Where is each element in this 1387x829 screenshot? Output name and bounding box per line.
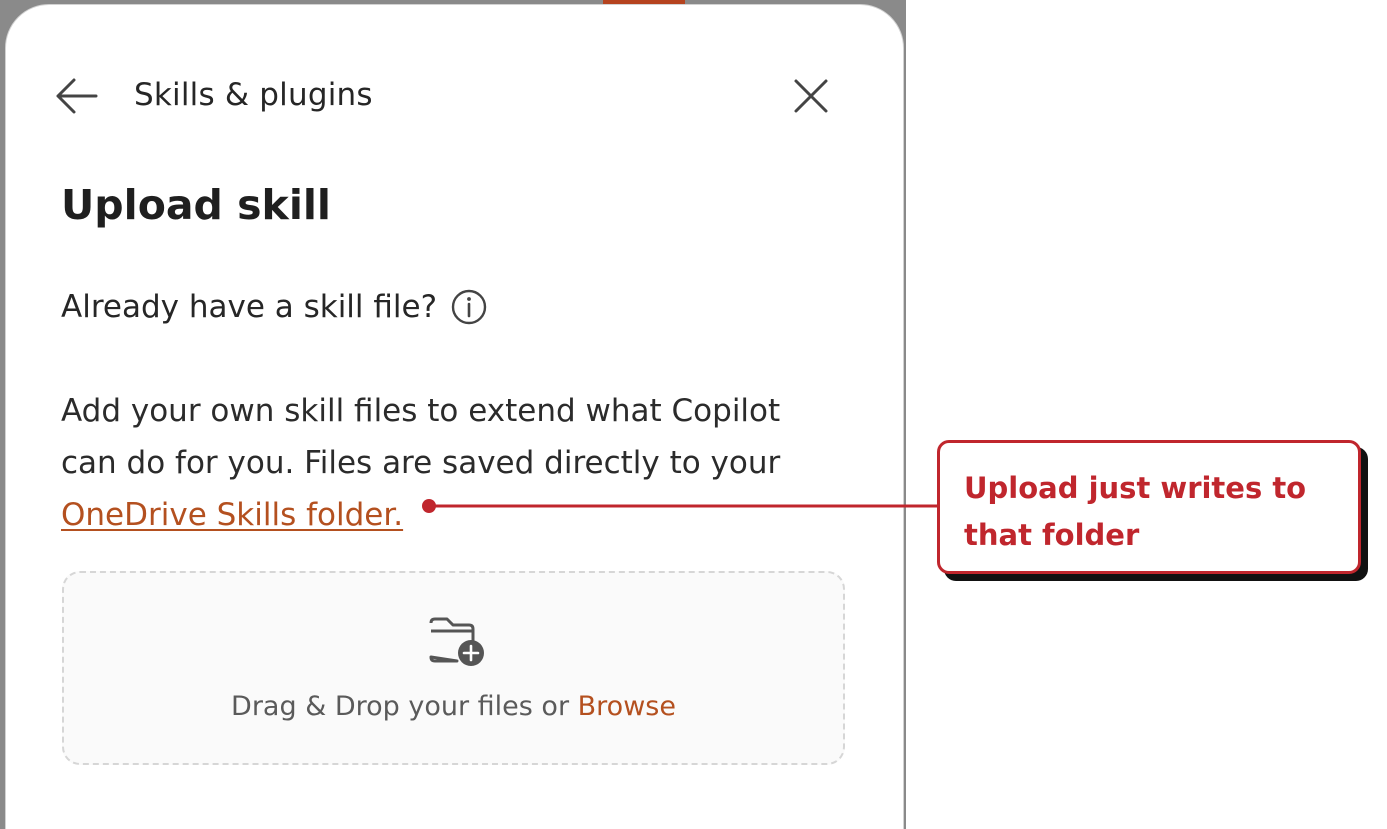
drop-instructions: Drag & Drop your files or (231, 691, 570, 722)
folder-add-icon (429, 617, 484, 666)
subheading-text: Already have a skill file? (61, 289, 438, 325)
description: Add your own skill files to extend what … (61, 385, 841, 541)
description-text: Add your own skill files to extend what … (61, 393, 781, 481)
annotation-callout: Upload just writes to that folder (937, 440, 1361, 574)
onedrive-skills-folder-link[interactable]: OneDrive Skills folder. (61, 497, 403, 533)
file-drop-zone[interactable]: Drag & Drop your files or Browse (62, 571, 845, 765)
page-title: Upload skill (61, 181, 331, 229)
subheading: Already have a skill file? (61, 285, 487, 329)
panel-header-title: Skills & plugins (134, 77, 373, 113)
arrow-left-icon (56, 78, 98, 114)
info-icon[interactable] (451, 289, 487, 325)
close-icon (794, 79, 828, 113)
screenshot-stage: Skills & plugins Upload skill Already ha… (0, 0, 1387, 829)
drop-zone-text: Drag & Drop your files or Browse (64, 687, 843, 727)
back-button[interactable] (48, 71, 104, 121)
annotation-text: Upload just writes to that folder (964, 471, 1307, 552)
skills-panel: Skills & plugins Upload skill Already ha… (5, 4, 904, 829)
close-button[interactable] (786, 71, 836, 121)
browse-link[interactable]: Browse (578, 691, 676, 722)
